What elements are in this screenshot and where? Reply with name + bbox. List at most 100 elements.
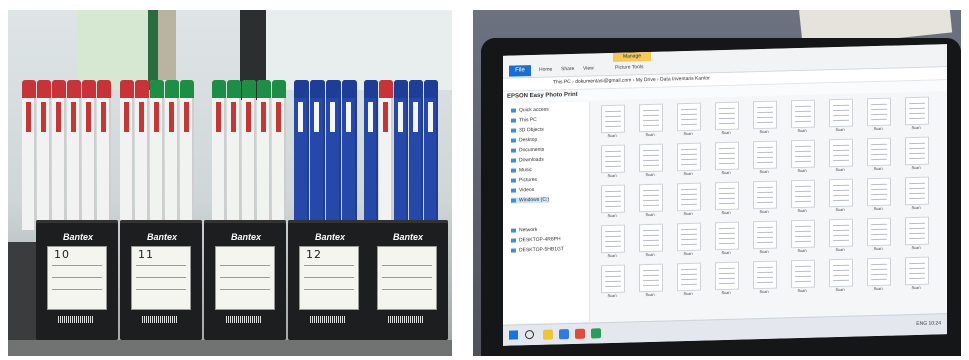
file-caption: Scan [873, 125, 883, 132]
file-thumbnail[interactable] [677, 102, 701, 132]
nav-item[interactable]: This PC [511, 117, 537, 124]
search-icon[interactable] [525, 330, 534, 340]
file-thumbnail[interactable] [715, 101, 739, 131]
nav-item[interactable]: DESKTOP-5HB1GT [511, 246, 564, 253]
file-thumbnail[interactable] [677, 142, 701, 172]
file-caption: Scan [759, 128, 769, 135]
file-thumbnail[interactable] [905, 176, 929, 206]
file-thumbnail[interactable] [829, 258, 853, 288]
nav-item[interactable]: Pictures [511, 177, 537, 184]
binder [97, 80, 111, 230]
file-caption: Scan [873, 245, 883, 252]
file-thumbnail[interactable] [715, 261, 739, 291]
binder [120, 80, 134, 230]
nav-item[interactable]: Windows (C:) [511, 196, 550, 204]
file-caption: Scan [721, 169, 731, 176]
file-thumbnail[interactable] [677, 262, 701, 292]
tab-view[interactable]: View [583, 65, 594, 71]
file-thumbnail[interactable] [829, 98, 853, 128]
browser-icon[interactable] [559, 329, 569, 340]
barcode [226, 316, 262, 323]
file-thumbnail[interactable] [715, 221, 739, 251]
binder [82, 80, 96, 230]
box-number: 11 [138, 248, 154, 261]
folder-icon [511, 138, 516, 143]
file-thumbnail[interactable] [867, 137, 891, 167]
file-caption: Scan [721, 249, 731, 256]
file-thumbnail[interactable] [905, 216, 929, 246]
box-label: 12 [299, 246, 359, 310]
brand-label: Bantex [314, 232, 345, 242]
file-thumbnail[interactable] [601, 104, 625, 134]
file-thumbnail[interactable] [601, 184, 625, 214]
file-thumbnail[interactable] [753, 180, 777, 210]
file-explorer-icon[interactable] [543, 329, 553, 340]
curtain [158, 10, 176, 80]
nav-item[interactable]: Videos [511, 187, 534, 194]
binder-row [22, 80, 442, 240]
file-thumbnail[interactable] [639, 263, 663, 293]
file-tab[interactable]: File [509, 65, 531, 77]
file-caption: Scan [911, 124, 921, 131]
file-thumbnail[interactable] [601, 264, 625, 294]
nav-item[interactable]: Network [511, 227, 537, 234]
file-thumbnail[interactable] [791, 99, 815, 129]
file-thumbnail[interactable] [905, 96, 929, 126]
binder [394, 80, 408, 230]
binder [135, 80, 149, 230]
app-icon[interactable] [575, 328, 585, 339]
file-thumbnail[interactable] [601, 144, 625, 174]
file-thumbnail[interactable] [677, 222, 701, 252]
nav-item[interactable]: Documents [511, 147, 544, 154]
nav-item[interactable]: Desktop [511, 137, 537, 144]
file-thumbnail[interactable] [753, 260, 777, 290]
tab-home[interactable]: Home [539, 67, 552, 73]
file-thumbnail[interactable] [791, 219, 815, 249]
file-thumbnail[interactable] [867, 217, 891, 247]
file-thumbnail[interactable] [829, 218, 853, 248]
brand-label: Bantex [392, 232, 423, 242]
windows-start-icon[interactable] [509, 330, 518, 340]
file-thumbnail[interactable] [905, 136, 929, 166]
nav-item[interactable]: Quick access [511, 107, 549, 114]
file-thumbnail[interactable] [639, 103, 663, 133]
epson-label[interactable]: EPSON Easy Photo Print [507, 92, 578, 100]
file-thumbnail[interactable] [829, 178, 853, 208]
tab-share[interactable]: Share [561, 66, 574, 72]
file-caption: Scan [645, 211, 655, 218]
file-thumbnail[interactable] [753, 220, 777, 250]
file-thumbnail[interactable] [715, 141, 739, 171]
system-tray[interactable]: ENG 10:24 [916, 320, 941, 327]
nav-item[interactable]: Music [511, 167, 532, 174]
app-icon[interactable] [591, 328, 601, 339]
file-thumbnail[interactable] [601, 224, 625, 254]
box-label: 10 [47, 246, 107, 310]
file-thumbnail[interactable] [791, 259, 815, 289]
file-thumbnail[interactable] [753, 100, 777, 130]
nav-item[interactable]: Downloads [511, 157, 544, 164]
file-thumbnail[interactable] [639, 143, 663, 173]
file-thumbnail[interactable] [867, 257, 891, 287]
box-label [215, 246, 275, 310]
file-thumbnail[interactable] [753, 140, 777, 170]
magazine-box: Bantex [204, 220, 286, 340]
file-caption: Scan [721, 209, 731, 216]
nav-item[interactable]: DESKTOP-4R8PH [511, 236, 561, 243]
tab-picture-tools[interactable]: Picture Tools [615, 64, 644, 71]
nav-item[interactable]: 3D Objects [511, 127, 544, 134]
file-caption: Scan [759, 208, 769, 215]
manage-tab[interactable]: Manage [613, 51, 651, 62]
file-thumbnail[interactable] [639, 223, 663, 253]
binder [326, 80, 341, 230]
file-thumbnail[interactable] [677, 182, 701, 212]
file-thumbnail[interactable] [791, 179, 815, 209]
file-caption: Scan [911, 204, 921, 211]
file-thumbnail[interactable] [905, 256, 929, 286]
file-thumbnail[interactable] [791, 139, 815, 169]
file-thumbnail[interactable] [639, 183, 663, 213]
binder [310, 80, 325, 230]
file-thumbnail[interactable] [829, 138, 853, 168]
file-thumbnail[interactable] [867, 177, 891, 207]
file-thumbnail[interactable] [715, 181, 739, 211]
file-thumbnail[interactable] [867, 97, 891, 127]
